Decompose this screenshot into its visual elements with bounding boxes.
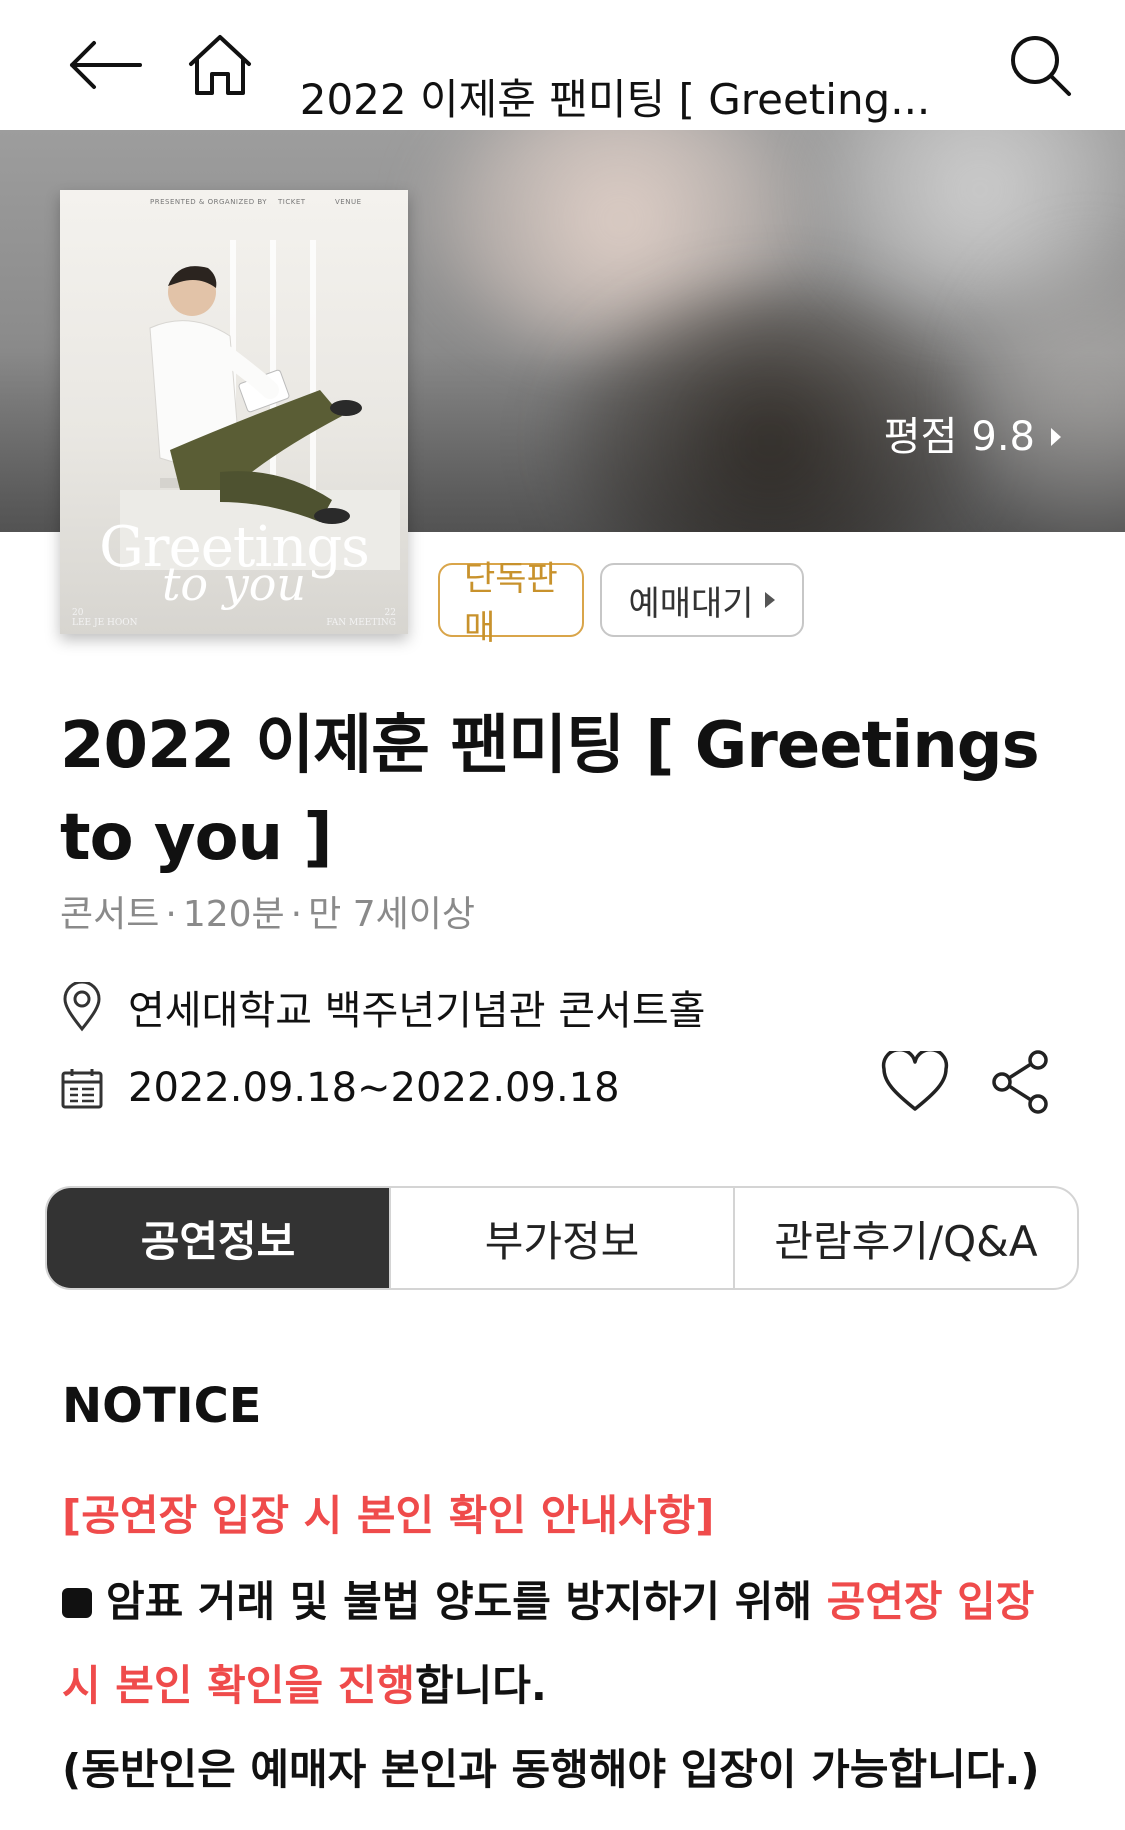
share-icon xyxy=(992,1050,1048,1114)
event-meta: 콘서트 · 120분 · 만 7세이상 xyxy=(60,890,475,940)
detail-tabs: 공연정보 부가정보 관람후기/Q&A xyxy=(45,1186,1079,1290)
tab-reviews-qa[interactable]: 관람후기/Q&A xyxy=(733,1188,1077,1288)
poster-footer-year: 20 xyxy=(72,608,84,618)
event-poster[interactable]: PRESENTED & ORGANIZED BY TICKET VENUE Gr… xyxy=(60,190,408,634)
exclusive-sale-badge: 단독판매 xyxy=(438,559,584,648)
notice-text: 합니다. xyxy=(415,1661,547,1710)
poster-footer-right: 22 FAN MEETING xyxy=(326,608,396,628)
rating-label: 평점 xyxy=(883,414,958,460)
venue-name: 연세대학교 백주년기념관 콘서트홀 xyxy=(128,988,706,1034)
top-navigation-bar: 2022 이제훈 팬미팅 [ Greeting... xyxy=(0,0,1125,130)
notice-paragraph: (동반인은 예매자 본인과 동행해야 입장이 가능합니다.) xyxy=(62,1745,1040,1794)
back-button[interactable] xyxy=(50,20,160,110)
location-pin-icon xyxy=(60,981,104,1033)
booking-waitlist-button[interactable]: 예매대기 xyxy=(600,563,804,637)
event-detail-page: 2022 이제훈 팬미팅 [ Greeting... 평점 9.8 PRESEN… xyxy=(0,0,1125,1830)
event-date-range: 2022.09.18~2022.09.18 xyxy=(128,1065,620,1111)
event-title: 2022 이제훈 팬미팅 [ Greetings to you ] xyxy=(60,709,1040,875)
notice-heading: NOTICE xyxy=(62,1378,262,1434)
arrow-left-icon xyxy=(70,41,142,89)
tab-additional-info[interactable]: 부가정보 xyxy=(389,1188,733,1288)
poster-credit: TICKET xyxy=(278,198,306,206)
event-genre: 콘서트 xyxy=(60,894,160,935)
chevron-right-icon xyxy=(764,592,775,608)
heart-icon xyxy=(881,1051,949,1111)
venue-row[interactable]: 연세대학교 백주년기념관 콘서트홀 xyxy=(60,978,705,1036)
event-duration: 120분 xyxy=(182,894,285,935)
poster-credit: PRESENTED & ORGANIZED BY xyxy=(150,198,268,206)
notice-subheading: [공연장 입장 시 본인 확인 안내사항] xyxy=(62,1491,715,1540)
calendar-icon xyxy=(60,1062,104,1114)
notice-body: 암표 거래 및 불법 양도를 방지하기 위해 공연장 입장 시 본인 확인을 진… xyxy=(62,1560,1062,1812)
event-actions xyxy=(880,1045,1056,1119)
date-row: 2022.09.18~2022.09.18 xyxy=(60,1062,620,1114)
poster-footer-left: 20 LEE JE HOON xyxy=(72,608,138,628)
poster-footer: 20 LEE JE HOON 22 FAN MEETING xyxy=(72,608,396,628)
notice-text: 암표 거래 및 불법 양도를 방지하기 위해 xyxy=(106,1577,827,1626)
poster-credits: PRESENTED & ORGANIZED BY TICKET VENUE xyxy=(70,198,400,212)
like-button[interactable] xyxy=(880,1045,950,1119)
meta-separator: · xyxy=(165,894,177,935)
booking-waitlist-label: 예매대기 xyxy=(628,583,754,624)
rating-link[interactable]: 평점 9.8 xyxy=(884,412,1063,462)
share-button[interactable] xyxy=(986,1045,1056,1119)
notice-paragraph: 암표 거래 및 불법 양도를 방지하기 위해 공연장 입장 시 본인 확인을 진… xyxy=(62,1560,1062,1728)
chevron-right-icon xyxy=(1051,428,1061,446)
poster-title: Greetings to you xyxy=(60,520,408,608)
bullet-square-icon xyxy=(62,1588,92,1618)
rating-value: 9.8 xyxy=(971,414,1035,460)
tab-performance-info[interactable]: 공연정보 xyxy=(47,1188,389,1288)
poster-footer-text: FAN MEETING xyxy=(326,618,396,628)
poster-footer-year: 22 xyxy=(384,608,396,618)
poster-credit: VENUE xyxy=(335,198,362,206)
meta-separator: · xyxy=(290,894,303,935)
page-title: 2022 이제훈 팬미팅 [ Greeting... xyxy=(299,75,931,124)
event-age-rating: 만 7세이상 xyxy=(308,894,475,935)
badge-group: 단독판매 예매대기 xyxy=(438,559,804,648)
poster-footer-name: LEE JE HOON xyxy=(72,618,138,628)
